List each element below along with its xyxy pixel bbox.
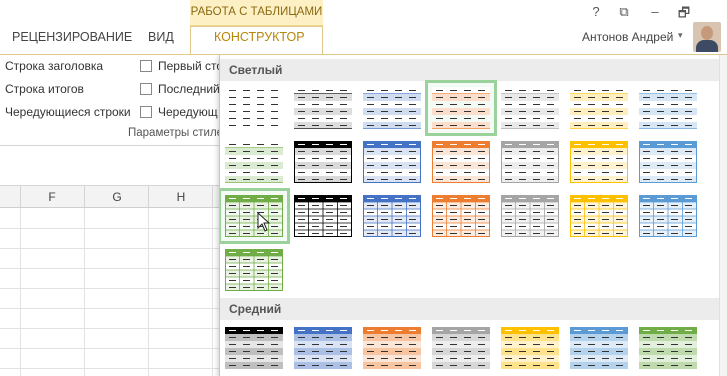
column-headers: F G H [0,186,220,208]
style-medium-r1-blue2-6[interactable] [565,322,633,374]
tab-design[interactable]: КОНСТРУКТОР [214,30,305,44]
option-header-row[interactable]: Строка заголовка [5,59,103,73]
style-light-r1-none-1[interactable] [220,82,288,134]
style-light-r3-gold-6[interactable] [565,190,633,242]
style-light-r1-blue-3[interactable] [358,82,426,134]
table-style-options-group-label: Параметры стиле [128,127,224,139]
option-last-column[interactable]: Последний [158,82,220,96]
section-header-medium: Средний [220,298,720,320]
section-title-medium: Средний [229,302,282,316]
style-medium-r1-orange-3[interactable] [358,322,426,374]
style-light-r2-gold-6[interactable] [565,136,633,188]
section-title-light: Светлый [229,63,283,77]
section-header-light: Светлый [220,59,720,81]
last-column-checkbox[interactable] [140,83,152,95]
help-button[interactable]: ? [586,4,606,19]
style-light-r3-gray-5[interactable] [496,190,564,242]
table-tools-context-band: РАБОТА С ТАБЛИЦАМИ [190,0,323,26]
column-header-f[interactable]: F [42,190,62,204]
style-light-r3-none-2[interactable] [289,190,357,242]
style-light-r2-blue2-7[interactable] [634,136,702,188]
option-total-row[interactable]: Строка итогов [5,82,84,96]
style-light-r3-blue2-7[interactable] [634,190,702,242]
tab-review[interactable]: РЕЦЕНЗИРОВАНИЕ [12,30,132,44]
style-medium-r1-green-7[interactable] [634,322,702,374]
style-light-r1-gray-5[interactable] [496,82,564,134]
restore-button[interactable]: 🗗 [674,4,694,26]
style-light-r2-orange-4[interactable] [427,136,495,188]
style-light-r2-gray-5[interactable] [496,136,564,188]
mouse-cursor-icon [257,212,271,232]
style-light-r1-orange-4[interactable] [425,80,497,136]
option-banded-rows[interactable]: Чередующиеся строки [5,105,131,119]
table-style-gallery: Светлый Средний [219,55,727,376]
style-light-r2-blue-3[interactable] [358,136,426,188]
option-banded-columns[interactable]: Чередующ [158,105,218,119]
style-light-r1-none-2[interactable] [289,82,357,134]
style-light-r3-orange-4[interactable] [427,190,495,242]
context-tab-group-label: РАБОТА С ТАБЛИЦАМИ [190,6,323,18]
style-light-r2-none-2[interactable] [289,136,357,188]
style-medium-r1-gray-4[interactable] [427,322,495,374]
ribbon-display-button[interactable]: ⧉ [614,4,634,20]
style-light-r1-blue2-7[interactable] [634,82,702,134]
gallery-scrollbar[interactable] [719,55,727,376]
style-light-r4-green-1[interactable] [220,244,288,296]
style-medium-r1-none-1[interactable] [220,322,288,374]
first-column-checkbox[interactable] [140,60,152,72]
tab-view[interactable]: ВИД [148,30,174,44]
avatar[interactable] [693,22,721,52]
minimize-button[interactable]: – [645,4,665,19]
option-first-column[interactable]: Первый сто [158,59,223,73]
style-light-r1-gold-6[interactable] [565,82,633,134]
excel-window: { "ribbon": { "context_tab_group": "РАБО… [0,0,727,376]
user-name[interactable]: Антонов Андрей [582,30,673,44]
column-header-g[interactable]: G [107,190,127,204]
style-light-r3-blue-3[interactable] [358,190,426,242]
style-light-r2-green-1[interactable] [220,136,288,188]
user-menu-chevron-icon[interactable]: ▾ [678,30,683,41]
style-light-r3-green-1[interactable] [220,188,290,244]
style-medium-r1-gold-5[interactable] [496,322,564,374]
banded-columns-checkbox[interactable] [140,106,152,118]
column-header-h[interactable]: H [171,190,191,204]
style-medium-r1-blue-2[interactable] [289,322,357,374]
